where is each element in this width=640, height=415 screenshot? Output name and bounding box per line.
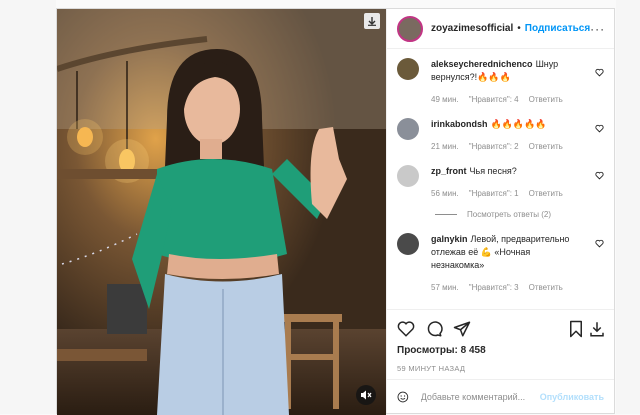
comment-time[interactable]: 49 мин. — [431, 95, 459, 104]
commenter-avatar[interactable] — [397, 118, 419, 140]
comments-list[interactable]: alekseycherednichenco Шнур вернулся?!🔥🔥🔥 … — [387, 50, 614, 308]
comment-username[interactable]: zp_front — [431, 166, 467, 176]
comment-time[interactable]: 56 мин. — [431, 189, 459, 198]
download-button[interactable] — [364, 13, 380, 29]
download-icon — [368, 17, 376, 26]
post-header: zoyazimesofficial • Подписаться ··· — [387, 9, 614, 49]
comment-input[interactable] — [418, 390, 540, 403]
comment-time[interactable]: 57 мин. — [431, 283, 459, 292]
post-timestamp: 59 МИНУТ НАЗАД — [397, 364, 466, 373]
heart-icon[interactable] — [397, 320, 415, 338]
comment-time[interactable]: 21 мин. — [431, 142, 459, 151]
comment-username[interactable]: irinkabondsh — [431, 119, 488, 129]
view-replies-button[interactable]: Посмотреть ответы (2) — [387, 200, 614, 219]
comment-item: irinkabondsh 🔥🔥🔥🔥🔥 21 мин. "Нравится": 2 От… — [387, 106, 614, 153]
heart-icon[interactable] — [595, 68, 604, 77]
bookmark-icon[interactable] — [568, 320, 584, 338]
heart-icon[interactable] — [595, 239, 604, 248]
commenter-avatar[interactable] — [397, 165, 419, 187]
view-replies-label: Посмотреть ответы (2) — [467, 210, 552, 219]
backdrop-right — [616, 0, 640, 414]
comment-likes[interactable]: "Нравится": 3 — [469, 283, 519, 292]
add-comment-bar: Опубликовать — [387, 379, 614, 413]
comment-username[interactable]: galnykin — [431, 234, 468, 244]
commenter-avatar[interactable] — [397, 58, 419, 80]
comment-likes[interactable]: "Нравится": 1 — [469, 189, 519, 198]
smiley-icon[interactable] — [397, 389, 409, 405]
comment-item: zp_front Чья песня? 56 мин. "Нравится": 1 О… — [387, 153, 614, 200]
mute-button[interactable] — [356, 385, 376, 405]
replies-line — [435, 214, 457, 215]
reply-button[interactable]: Ответить — [529, 189, 563, 198]
post-side-panel: zoyazimesofficial • Подписаться ··· alek… — [386, 9, 614, 413]
reply-button[interactable]: Ответить — [529, 95, 563, 104]
follow-button[interactable]: Подписаться — [525, 23, 590, 34]
reply-button[interactable]: Ответить — [529, 283, 563, 292]
comment-username[interactable]: alekseycherednichenco — [431, 59, 533, 69]
video-player[interactable] — [57, 9, 386, 415]
video-frame — [57, 9, 386, 415]
author-username[interactable]: zoyazimesofficial — [431, 23, 513, 34]
commenter-avatar[interactable] — [397, 233, 419, 255]
backdrop-left — [0, 0, 56, 414]
reply-button[interactable]: Ответить — [529, 142, 563, 151]
more-options-button[interactable]: ··· — [590, 22, 605, 36]
comment-item: alekseycherednichenco Шнур вернулся?!🔥🔥🔥 … — [387, 50, 614, 106]
comment-text: Чья песня? — [469, 166, 517, 176]
view-count[interactable]: Просмотры: 8 458 — [397, 345, 486, 356]
post-modal: zoyazimesofficial • Подписаться ··· alek… — [56, 8, 615, 415]
author-avatar[interactable] — [397, 15, 423, 42]
comment-text: 🔥🔥🔥🔥🔥 — [490, 119, 547, 129]
share-icon[interactable] — [453, 320, 471, 338]
action-bar — [387, 309, 614, 343]
publish-button[interactable]: Опубликовать — [540, 392, 604, 402]
comment-item: galnykin Левой, предварительно отлежав её… — [387, 219, 614, 294]
comment-icon[interactable] — [425, 320, 443, 338]
heart-icon[interactable] — [595, 171, 604, 180]
heart-icon[interactable] — [595, 124, 604, 133]
comment-likes[interactable]: "Нравится": 2 — [469, 142, 519, 151]
speaker-muted-icon — [361, 390, 372, 400]
comment-likes[interactable]: "Нравится": 4 — [469, 95, 519, 104]
download-icon[interactable] — [588, 320, 606, 338]
separator-dot: • — [517, 23, 521, 34]
